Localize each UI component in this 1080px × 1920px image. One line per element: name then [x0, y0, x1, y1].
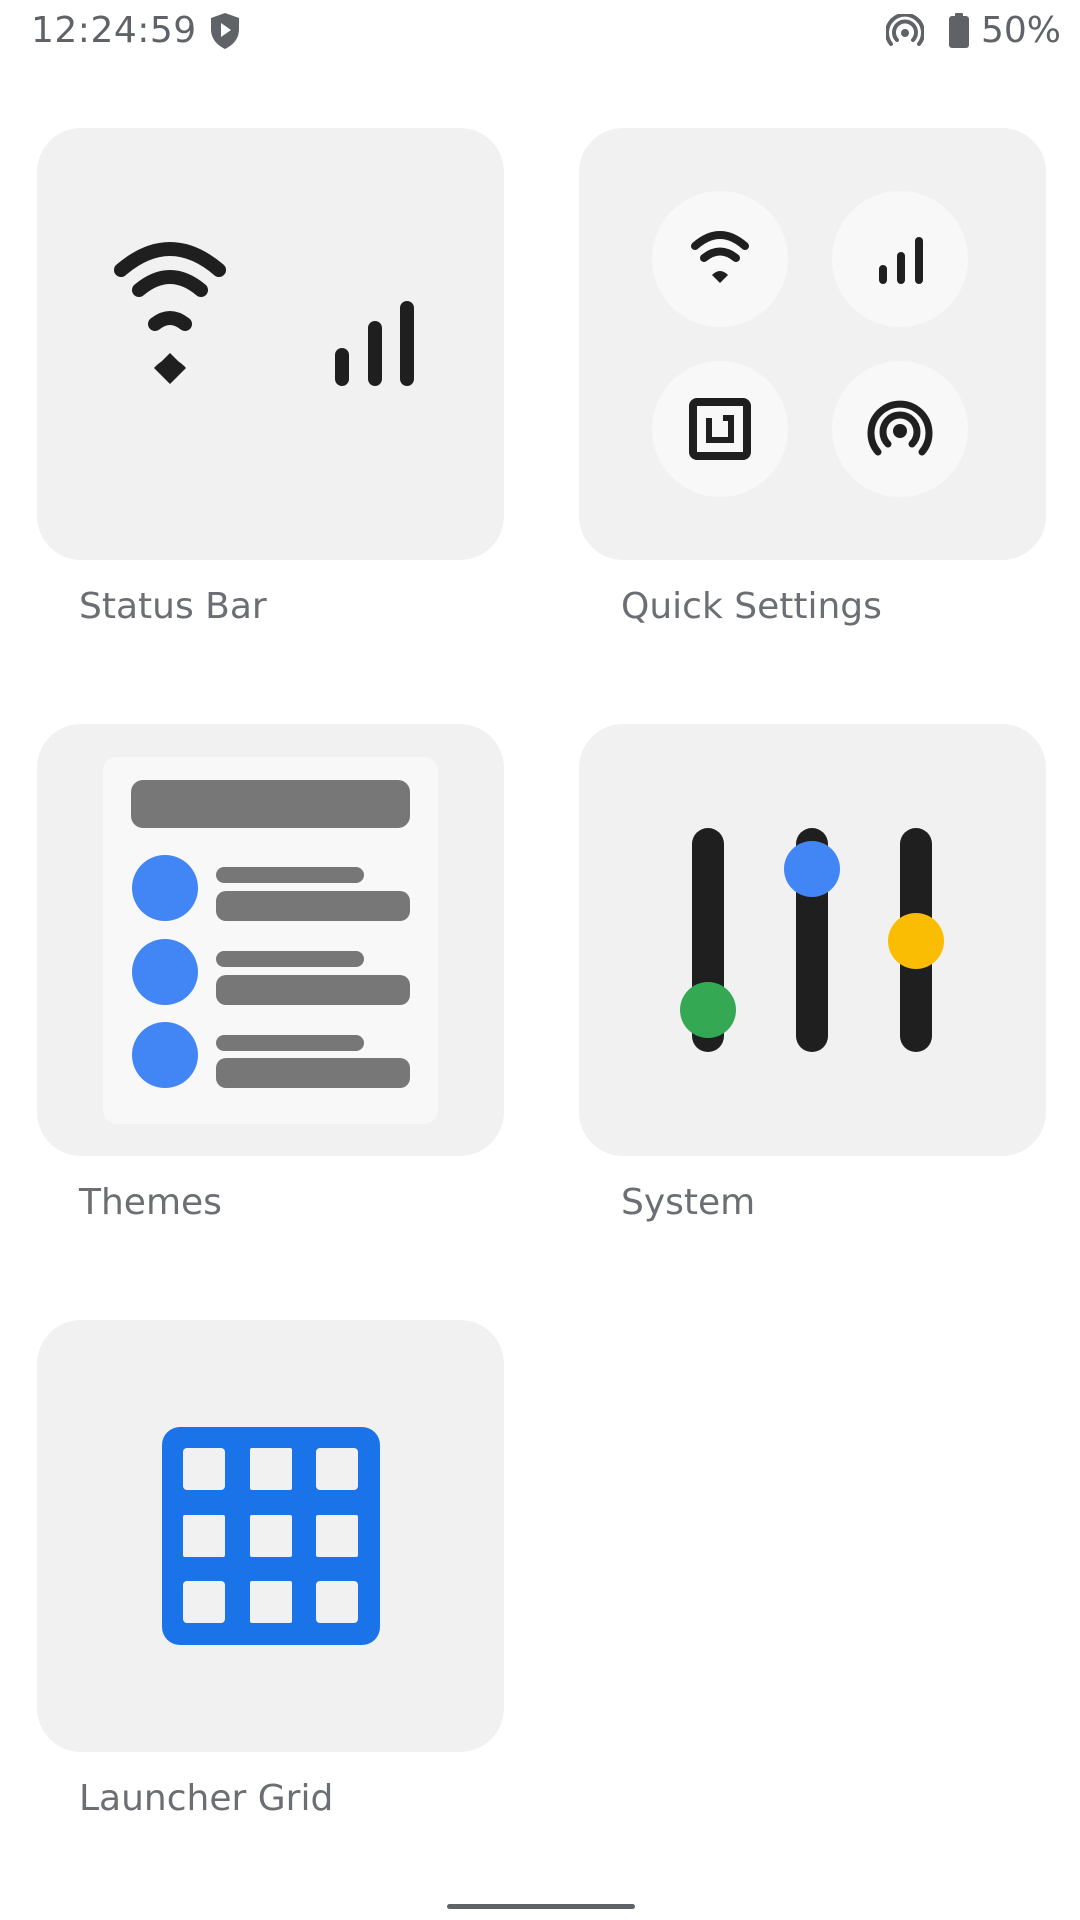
quick-settings-toggles-icon — [652, 191, 968, 497]
tile-label-launcher-grid: Launcher Grid — [79, 1778, 334, 1819]
hotspot-icon — [886, 14, 924, 46]
tile-label-system: System — [621, 1182, 756, 1223]
grid-icon — [162, 1427, 380, 1645]
tile-system[interactable] — [579, 724, 1046, 1156]
shield-play-icon — [211, 13, 239, 49]
battery-percentage: 50% — [981, 10, 1062, 51]
tile-quick-settings[interactable] — [579, 128, 1046, 560]
cellular-signal-icon — [335, 301, 414, 386]
tile-themes[interactable] — [37, 724, 504, 1156]
tile-label-quick-settings: Quick Settings — [621, 586, 882, 627]
wifi-icon — [114, 242, 226, 384]
wifi-and-cellular-icons — [114, 242, 414, 386]
sliders-icon — [680, 828, 944, 1052]
tile-status-bar[interactable] — [37, 128, 504, 560]
theme-preview-icon — [103, 757, 438, 1124]
battery-icon — [949, 13, 969, 48]
tile-label-themes: Themes — [79, 1182, 222, 1223]
status-bar: 12:24:59 50% — [0, 0, 1080, 64]
tile-label-status-bar: Status Bar — [79, 586, 267, 627]
home-gesture-handle[interactable] — [447, 1904, 635, 1909]
tile-launcher-grid[interactable] — [37, 1320, 504, 1752]
status-time: 12:24:59 — [31, 10, 197, 51]
